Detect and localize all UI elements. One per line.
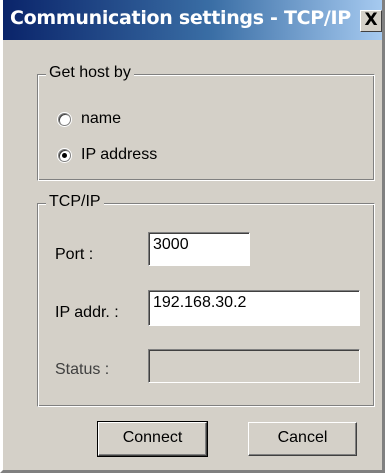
- get-host-by-group: Get host by name IP address: [37, 64, 375, 181]
- port-input[interactable]: 3000: [148, 232, 250, 266]
- radio-option-ip-address[interactable]: IP address: [58, 145, 157, 165]
- close-icon: X: [364, 10, 378, 30]
- radio-button-ip-address[interactable]: [58, 148, 71, 162]
- port-label: Port :: [55, 246, 94, 263]
- radio-option-name[interactable]: name: [58, 109, 121, 129]
- close-button[interactable]: X: [360, 10, 382, 32]
- get-host-by-legend: Get host by: [46, 64, 134, 82]
- title-bar[interactable]: Communication settings - TCP/IP X: [3, 0, 382, 40]
- window-title: Communication settings - TCP/IP: [10, 7, 351, 29]
- settings-dialog: Communication settings - TCP/IP X Get ho…: [0, 0, 385, 473]
- cancel-button[interactable]: Cancel: [248, 422, 357, 456]
- status-label: Status :: [55, 361, 110, 378]
- radio-label-ip-address[interactable]: IP address: [81, 146, 157, 164]
- ip-address-label: IP addr. :: [55, 304, 119, 321]
- tcp-ip-legend: TCP/IP: [46, 193, 104, 211]
- radio-button-name[interactable]: [58, 112, 71, 126]
- ip-address-input[interactable]: 192.168.30.2: [148, 290, 360, 326]
- connect-button[interactable]: Connect: [97, 421, 208, 457]
- radio-label-name[interactable]: name: [81, 110, 121, 128]
- tcp-ip-group: TCP/IP Port : 3000 IP addr. : 192.168.30…: [37, 193, 375, 407]
- status-field: [148, 349, 360, 383]
